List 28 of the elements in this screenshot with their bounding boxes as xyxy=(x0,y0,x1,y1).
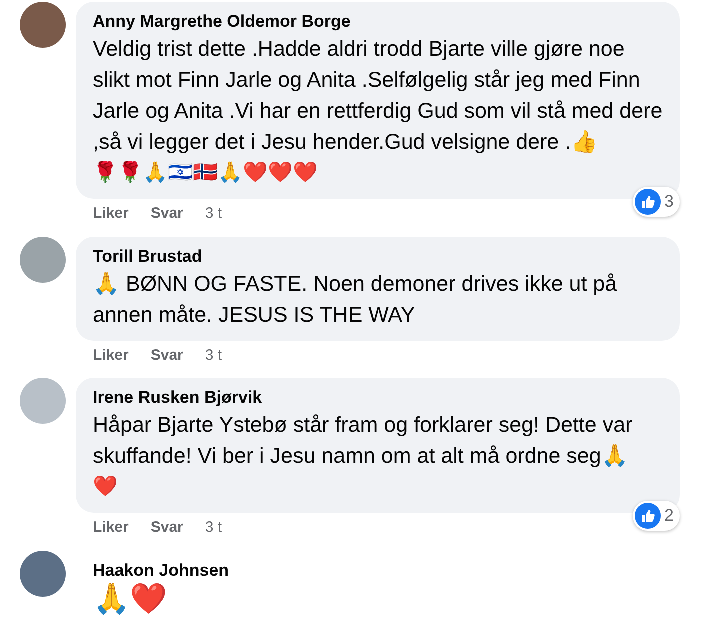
thumbs-up-icon xyxy=(634,189,661,215)
reaction-count: 2 xyxy=(664,505,674,528)
avatar[interactable] xyxy=(20,550,66,596)
author-name[interactable]: Anny Margrethe Oldemor Borge xyxy=(93,10,663,34)
author-name[interactable]: Haakon Johnsen xyxy=(93,558,230,582)
emoji-line: ❤ xyxy=(93,475,119,500)
avatar[interactable] xyxy=(20,2,66,48)
author-name[interactable]: Irene Rusken Bjørvik xyxy=(93,386,663,410)
reaction-badge[interactable]: 2 xyxy=(632,501,680,531)
comment-text: 🙏❤ xyxy=(93,582,168,616)
timestamp: 3 t xyxy=(205,346,222,366)
comment-text: Veldig trist dette .Hadde aldri trodd Bjarte ville gjøre noe slikt mot Finn Jarle og Anita .Selfølgelig står jeg med Finn Jarle og Anita .Vi har en rettferdig Gud som vil stå med dere ,så vi legger det i Jesu hender.Gud velsigne dere .👍 xyxy=(93,36,663,156)
reaction-count: 3 xyxy=(664,191,674,214)
comment-text: Håpar Bjarte Ystebø står fram og forklarer seg! Dette var skuffande! Vi ber i Jesu namn om at alt må ordne seg🙏 xyxy=(93,412,634,470)
comment-action-link[interactable]: Liker xyxy=(93,517,129,540)
comment-action-link[interactable]: Svar xyxy=(150,203,184,226)
comment-action-link[interactable]: Liker xyxy=(93,344,129,367)
comment-action-link[interactable]: Liker xyxy=(93,203,129,226)
author-name[interactable]: Torill Brustad xyxy=(93,244,663,268)
reaction-badge[interactable]: 3 xyxy=(632,187,680,217)
comment-text: 🙏 BØNN OG FASTE. Noen demoner drives ikke ut på annen måte. JESUS IS THE WAY xyxy=(93,270,618,328)
timestamp: 3 t xyxy=(205,518,222,538)
avatar[interactable] xyxy=(20,236,66,282)
comment-action-link[interactable]: Svar xyxy=(150,517,184,540)
comment-action-link[interactable]: Svar xyxy=(150,344,184,367)
emoji-line: 🌹🌹🙏🇮🇱🇳🇴🙏❤❤❤ xyxy=(93,160,319,186)
thumbs-up-icon xyxy=(634,503,661,529)
timestamp: 3 t xyxy=(205,204,222,224)
